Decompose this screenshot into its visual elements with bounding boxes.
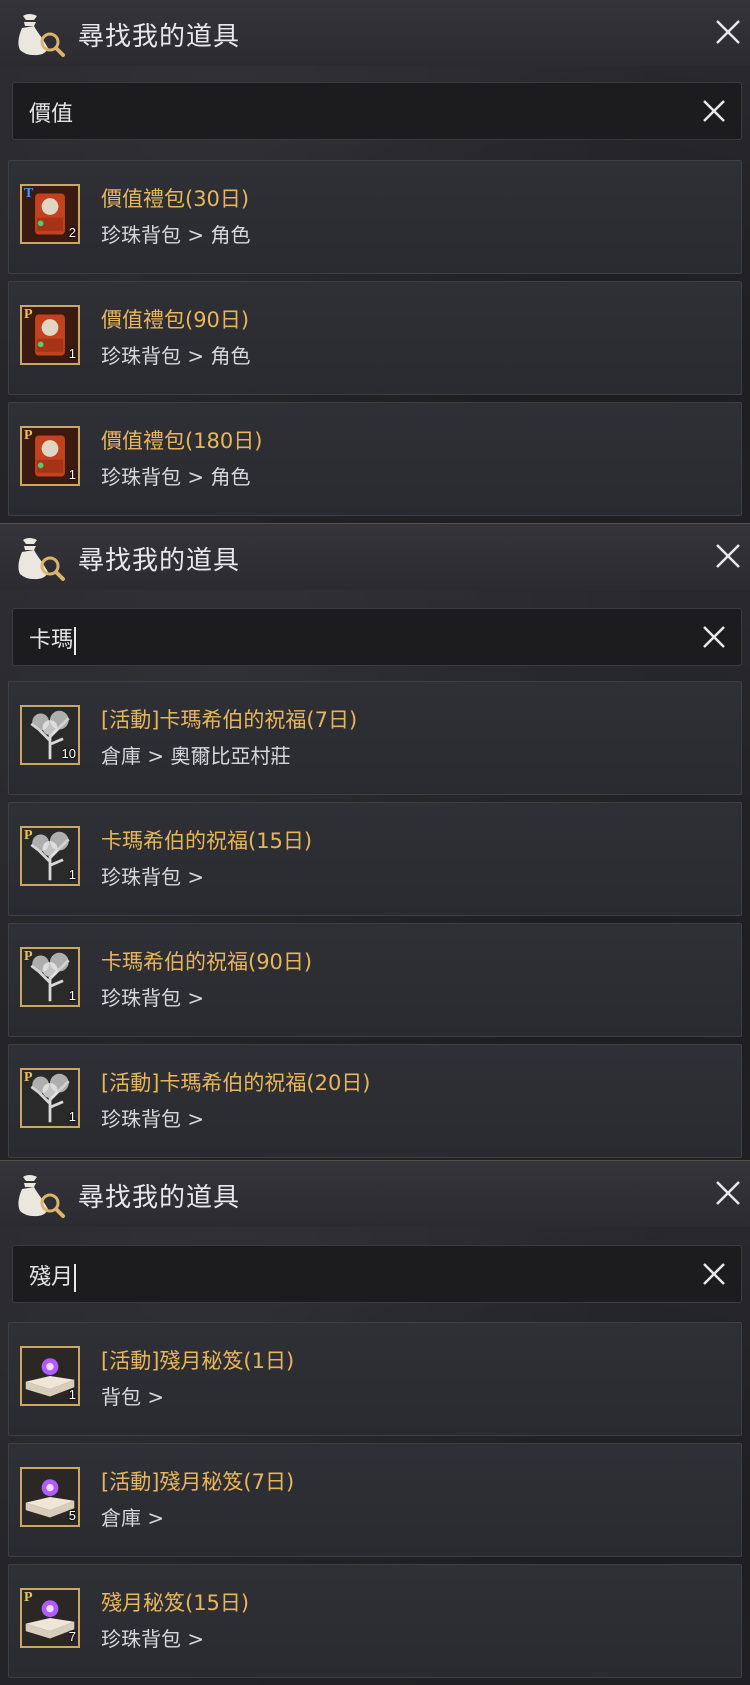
item-location: 珍珠背包 > 角色 — [101, 465, 251, 489]
panel-title: 尋找我的道具 — [78, 22, 241, 52]
item-location: 倉庫 > 奧爾比亞村莊 — [101, 744, 291, 768]
clear-search-icon[interactable] — [697, 620, 731, 654]
item-location: 珍珠背包 > — [101, 1107, 205, 1131]
text-caret — [74, 1264, 77, 1292]
tree-icon: 10 — [20, 705, 80, 765]
item-count: 2 — [68, 225, 76, 240]
find-item-panel-2: 尋找我的道具 卡瑪 10 [活動]卡瑪希伯的祝福(7日) 倉庫 > 奧爾比亞村莊… — [0, 523, 750, 1161]
item-badge: P — [24, 307, 33, 322]
item-location: 背包 > — [101, 1385, 165, 1409]
gift-box-icon: T 2 — [20, 184, 80, 244]
search-value: 價值 — [29, 102, 74, 127]
search-input[interactable]: 殘月 — [12, 1245, 742, 1303]
item-location: 珍珠背包 > — [101, 1627, 205, 1651]
close-icon[interactable] — [710, 538, 746, 574]
item-location: 倉庫 > — [101, 1506, 165, 1530]
item-count: 1 — [68, 867, 76, 882]
item-count: 1 — [68, 1387, 76, 1402]
item-badge: P — [24, 1590, 33, 1605]
item-name: 價值禮包(90日) — [101, 308, 250, 332]
search-input[interactable]: 價值 — [12, 82, 742, 140]
item-location: 珍珠背包 > — [101, 986, 205, 1010]
item-name: [活動]卡瑪希伯的祝福(7日) — [101, 708, 358, 732]
bag-search-icon — [18, 1175, 65, 1218]
tree-icon: P 1 — [20, 826, 80, 886]
item-badge: P — [24, 949, 33, 964]
panel-header: 尋找我的道具 — [0, 1161, 750, 1227]
search-value: 殘月 — [29, 1265, 74, 1290]
item-count: 1 — [68, 1109, 76, 1124]
list-item[interactable]: 1 [活動]殘月秘笈(1日) 背包 > — [8, 1322, 742, 1436]
scroll-book-icon: 1 — [20, 1346, 80, 1406]
scroll-book-icon: P 7 — [20, 1588, 80, 1648]
panel-header: 尋找我的道具 — [0, 0, 750, 66]
list-item[interactable]: P 7 殘月秘笈(15日) 珍珠背包 > — [8, 1564, 742, 1678]
item-count: 5 — [68, 1508, 76, 1523]
item-location: 珍珠背包 > — [101, 865, 205, 889]
list-item[interactable]: P 1 價值禮包(90日) 珍珠背包 > 角色 — [8, 281, 742, 395]
item-count: 1 — [68, 346, 76, 361]
item-location: 珍珠背包 > 角色 — [101, 223, 251, 247]
item-name: [活動]殘月秘笈(1日) — [101, 1349, 295, 1373]
panel-header: 尋找我的道具 — [0, 524, 750, 590]
find-item-panel-1: 尋找我的道具 價值 T 2 價值禮包(30日) 珍珠背包 > 角色 P 1 價值… — [0, 0, 750, 523]
find-item-panel-3: 尋找我的道具 殘月 1 [活動]殘月秘笈(1日) 背包 > 5 [活動]殘月秘笈… — [0, 1160, 750, 1685]
gift-box-icon: P 1 — [20, 426, 80, 486]
item-name: [活動]卡瑪希伯的祝福(20日) — [101, 1071, 371, 1095]
close-icon[interactable] — [710, 14, 746, 50]
list-item[interactable]: 5 [活動]殘月秘笈(7日) 倉庫 > — [8, 1443, 742, 1557]
clear-search-icon[interactable] — [697, 94, 731, 128]
scroll-book-icon: 5 — [20, 1467, 80, 1527]
item-badge: P — [24, 428, 33, 443]
item-count: 1 — [68, 467, 76, 482]
search-input[interactable]: 卡瑪 — [12, 608, 742, 666]
item-name: 價值禮包(180日) — [101, 429, 263, 453]
close-icon[interactable] — [710, 1175, 746, 1211]
list-item[interactable]: 10 [活動]卡瑪希伯的祝福(7日) 倉庫 > 奧爾比亞村莊 — [8, 681, 742, 795]
list-item[interactable]: P 1 卡瑪希伯的祝福(90日) 珍珠背包 > — [8, 923, 742, 1037]
text-caret — [74, 627, 77, 655]
item-count: 7 — [68, 1629, 76, 1644]
item-badge: P — [24, 828, 33, 843]
item-name: [活動]殘月秘笈(7日) — [101, 1470, 295, 1494]
item-name: 殘月秘笈(15日) — [101, 1591, 250, 1615]
search-value: 卡瑪 — [29, 628, 74, 653]
bag-search-icon — [18, 538, 65, 581]
item-name: 價值禮包(30日) — [101, 187, 250, 211]
tree-icon: P 1 — [20, 1068, 80, 1128]
item-name: 卡瑪希伯的祝福(90日) — [101, 950, 313, 974]
bag-search-icon — [18, 14, 65, 57]
gift-box-icon: P 1 — [20, 305, 80, 365]
list-item[interactable]: P 1 [活動]卡瑪希伯的祝福(20日) 珍珠背包 > — [8, 1044, 742, 1158]
item-count: 1 — [68, 988, 76, 1003]
list-item[interactable]: T 2 價值禮包(30日) 珍珠背包 > 角色 — [8, 160, 742, 274]
clear-search-icon[interactable] — [697, 1257, 731, 1291]
item-count: 10 — [61, 746, 76, 761]
list-item[interactable]: P 1 價值禮包(180日) 珍珠背包 > 角色 — [8, 402, 742, 516]
item-badge: P — [24, 1070, 33, 1085]
list-item[interactable]: P 1 卡瑪希伯的祝福(15日) 珍珠背包 > — [8, 802, 742, 916]
item-location: 珍珠背包 > 角色 — [101, 344, 251, 368]
panel-title: 尋找我的道具 — [78, 1183, 241, 1213]
item-name: 卡瑪希伯的祝福(15日) — [101, 829, 313, 853]
item-badge: T — [24, 186, 34, 201]
panel-title: 尋找我的道具 — [78, 546, 241, 576]
tree-icon: P 1 — [20, 947, 80, 1007]
